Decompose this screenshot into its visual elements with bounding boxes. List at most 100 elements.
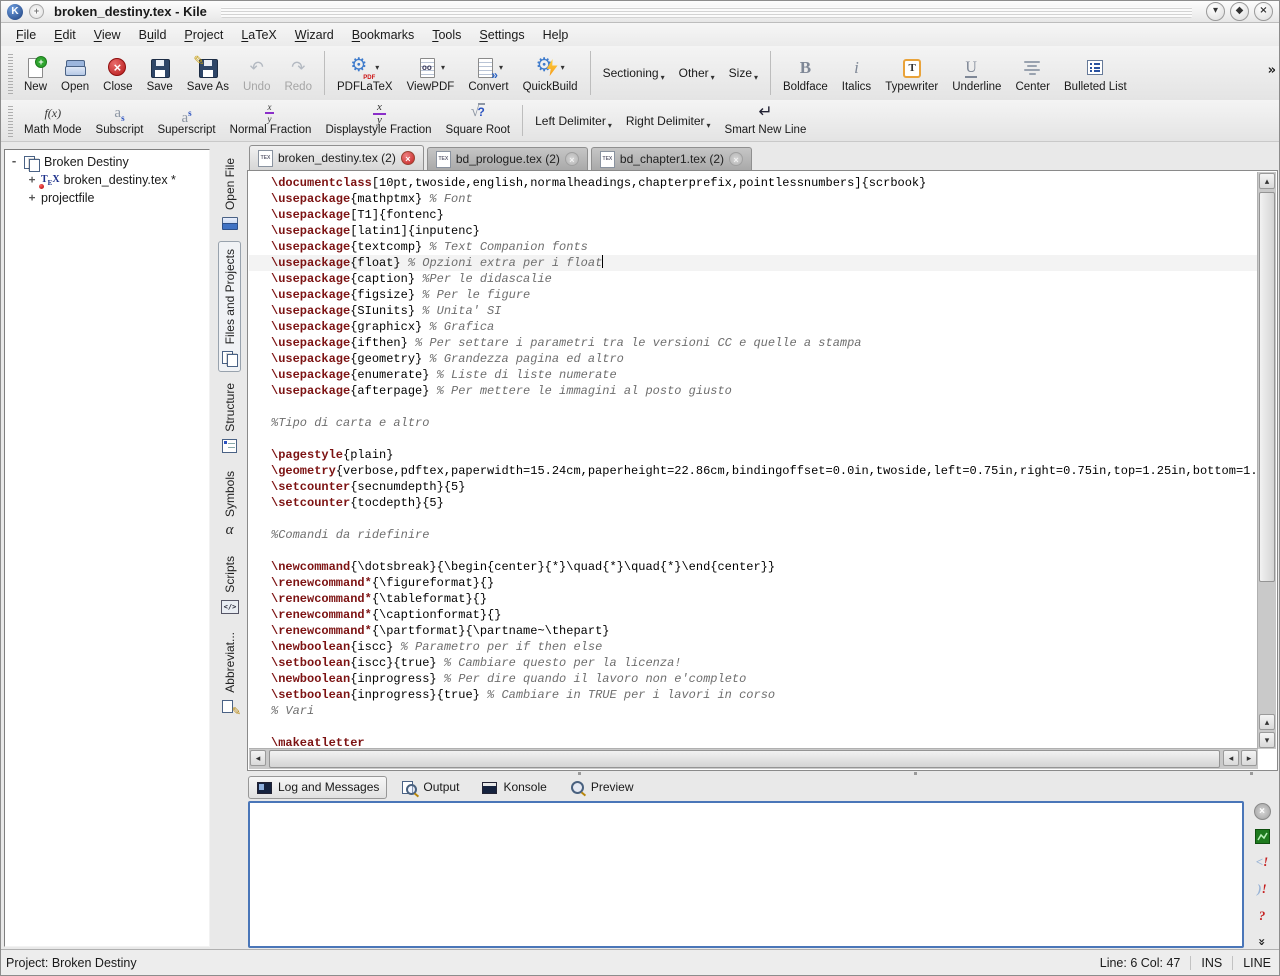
sidebar-tab-abbreviat[interactable]: Abbreviat...✎ — [218, 624, 241, 721]
vertical-scrollbar-thumb[interactable] — [1259, 192, 1275, 582]
menu-help[interactable]: Help — [534, 26, 578, 44]
code-line[interactable]: \renewcommand*{\tableformat}{} — [249, 591, 1258, 607]
menu-project[interactable]: Project — [175, 26, 232, 44]
horizontal-scrollbar-thumb[interactable] — [269, 750, 1220, 768]
menu-tools[interactable]: Tools — [423, 26, 470, 44]
typewriter-button[interactable]: TTypewriter — [878, 50, 945, 96]
superscript-button[interactable]: asSuperscript — [150, 103, 222, 139]
code-line[interactable]: \renewcommand*{\figureformat}{} — [249, 575, 1258, 591]
code-line[interactable]: \setboolean{iscc}{true} % Cambiare quest… — [249, 655, 1258, 671]
window-maximize-button[interactable]: ◆ — [1230, 2, 1249, 21]
code-line[interactable]: \usepackage{float} % Opzioni extra per i… — [249, 255, 1258, 271]
new-button[interactable]: +New — [17, 50, 54, 96]
menu-build[interactable]: Build — [130, 26, 176, 44]
dropdown-arrow-icon[interactable]: ▾ — [375, 64, 379, 72]
warning-button[interactable]: ? — [1253, 907, 1271, 925]
left-delimiter-button[interactable]: Left Delimiter▾ — [528, 103, 619, 139]
square-root-button[interactable]: √?Square Root — [439, 103, 518, 139]
scroll-down-icon[interactable]: ▾ — [1259, 732, 1275, 748]
vertical-scrollbar[interactable]: ▴ ▴ ▾ — [1257, 172, 1276, 749]
other-button[interactable]: Other▾ — [672, 50, 722, 96]
bottom-tab-log-and-messages[interactable]: Log and Messages — [248, 776, 387, 799]
tree-item-broken-destiny-tex[interactable]: +TEXbroken_destiny.tex * — [7, 171, 207, 189]
sectioning-button[interactable]: Sectioning▾ — [596, 50, 672, 96]
tree-item-projectfile[interactable]: +projectfile — [7, 189, 207, 207]
scroll-left-icon[interactable]: ◂ — [1223, 750, 1239, 766]
tree-expander[interactable]: + — [27, 193, 37, 203]
dropdown-arrow-icon[interactable]: ▾ — [711, 74, 715, 82]
status-insert-mode[interactable]: INS — [1201, 956, 1222, 970]
code-line[interactable]: \usepackage{afterpage} % Per mettere le … — [249, 383, 1258, 399]
dropdown-arrow-icon[interactable]: ▾ — [608, 122, 612, 130]
code-line[interactable]: \usepackage{graphicx} % Grafica — [249, 319, 1258, 335]
code-line[interactable]: \usepackage{mathptmx} % Font — [249, 191, 1258, 207]
code-line[interactable] — [249, 431, 1258, 447]
sidebar-tab-scripts[interactable]: Scripts</> — [218, 548, 241, 621]
code-line[interactable] — [249, 719, 1258, 735]
document-tab-bd-prologue-tex-2[interactable]: TEXbd_prologue.tex (2)× — [427, 147, 588, 170]
toolbar-drag-handle[interactable] — [8, 52, 13, 94]
sidebar-tab-structure[interactable]: Structure — [218, 375, 241, 460]
code-line[interactable]: \usepackage{figsize} % Per le figure — [249, 287, 1258, 303]
dropdown-arrow-icon[interactable]: ▾ — [661, 74, 665, 82]
code-line[interactable]: \newboolean{iscc} % Parametro per if the… — [249, 639, 1258, 655]
undo-button[interactable]: ↶Undo — [236, 50, 278, 96]
dropdown-arrow-icon[interactable]: ▾ — [754, 74, 758, 82]
viewpdf-button[interactable]: oo▾ViewPDF — [400, 50, 462, 96]
quickbuild-button[interactable]: ⚙▾QuickBuild — [516, 50, 585, 96]
code-line[interactable]: \makeatletter — [249, 735, 1258, 749]
titlebar[interactable]: K + broken_destiny.tex - Kile ▾ ◆ × — [1, 1, 1279, 23]
code-line[interactable]: \setboolean{inprogress}{true} % Cambiare… — [249, 687, 1258, 703]
dropdown-arrow-icon[interactable]: ▾ — [441, 64, 445, 72]
tree-item-broken-destiny[interactable]: -Broken Destiny — [7, 153, 207, 171]
sidebar-tab-files-and-projects[interactable]: Files and Projects — [218, 241, 241, 372]
latex-log-button[interactable] — [1253, 829, 1271, 844]
window-pin-button[interactable]: + — [29, 4, 44, 19]
code-line[interactable] — [249, 543, 1258, 559]
center-button[interactable]: Center — [1008, 50, 1057, 96]
bulleted-list-button[interactable]: Bulleted List — [1057, 50, 1134, 96]
document-tab-bd-chapter1-tex-2[interactable]: TEXbd_chapter1.tex (2)× — [591, 147, 752, 170]
log-message-area[interactable] — [248, 801, 1244, 948]
code-line[interactable]: % Vari — [249, 703, 1258, 719]
dropdown-arrow-icon[interactable]: ▾ — [707, 122, 711, 130]
right-delimiter-button[interactable]: Right Delimiter▾ — [619, 103, 718, 139]
next-error-button[interactable]: )! — [1253, 880, 1271, 898]
code-line[interactable] — [249, 511, 1258, 527]
code-line[interactable]: \documentclass[10pt,twoside,english,norm… — [249, 175, 1258, 191]
code-line[interactable]: \geometry{verbose,pdftex,paperwidth=15.2… — [249, 463, 1258, 479]
italics-button[interactable]: iItalics — [835, 50, 878, 96]
code-line[interactable]: \usepackage[T1]{fontenc} — [249, 207, 1258, 223]
menu-file[interactable]: File — [7, 26, 45, 44]
convert-button[interactable]: »▾Convert — [461, 50, 515, 96]
more-button[interactable]: » — [1253, 934, 1271, 949]
code-line[interactable] — [249, 399, 1258, 415]
window-close-button[interactable]: × — [1254, 2, 1273, 21]
scroll-right-icon[interactable]: ▸ — [1241, 750, 1257, 766]
horizontal-scrollbar[interactable]: ◂ ◂ ▸ — [249, 748, 1258, 769]
scroll-up-icon[interactable]: ▴ — [1259, 714, 1275, 730]
code-line[interactable]: \newboolean{inprogress} % Per dire quand… — [249, 671, 1258, 687]
code-line[interactable]: %Tipo di carta e altro — [249, 415, 1258, 431]
vertical-scrollbar-track[interactable] — [1258, 584, 1276, 713]
code-line[interactable]: \usepackage[latin1]{inputenc} — [249, 223, 1258, 239]
code-line[interactable]: \usepackage{textcomp} % Text Companion f… — [249, 239, 1258, 255]
menu-edit[interactable]: Edit — [45, 26, 85, 44]
tab-close-icon[interactable]: × — [729, 152, 743, 166]
save-as-button[interactable]: ✎Save As — [180, 50, 236, 96]
previous-error-button[interactable]: <! — [1253, 853, 1271, 871]
math-mode-button[interactable]: f(x)Math Mode — [17, 103, 89, 139]
menu-wizard[interactable]: Wizard — [286, 26, 343, 44]
code-line[interactable]: \usepackage{ifthen} % Per settare i para… — [249, 335, 1258, 351]
bottom-tab-output[interactable]: Output — [393, 776, 467, 799]
code-line[interactable]: \usepackage{SIunits} % Unita' SI — [249, 303, 1258, 319]
code-line[interactable]: \usepackage{caption} %Per le didascalie — [249, 271, 1258, 287]
tree-expander[interactable]: + — [27, 175, 37, 185]
toolbar-overflow-button[interactable]: » — [1268, 63, 1276, 78]
code-line[interactable]: \renewcommand*{\partformat}{\partname~\t… — [249, 623, 1258, 639]
scroll-left-icon[interactable]: ◂ — [250, 750, 266, 766]
dropdown-arrow-icon[interactable]: ▾ — [561, 64, 565, 72]
code-line[interactable]: \setcounter{secnumdepth}{5} — [249, 479, 1258, 495]
code-line[interactable]: \renewcommand*{\captionformat}{} — [249, 607, 1258, 623]
status-selection-mode[interactable]: LINE — [1243, 956, 1271, 970]
